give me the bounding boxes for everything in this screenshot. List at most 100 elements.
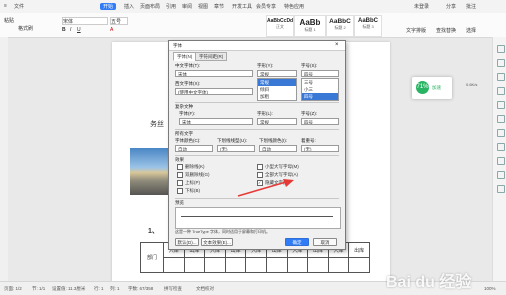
bold-button[interactable]: B <box>62 27 66 33</box>
checkbox-label: 双删除线(G) <box>185 172 210 178</box>
tab-member[interactable]: 会员专享 <box>256 3 276 10</box>
default-button[interactable]: 默认(D)... <box>175 238 199 246</box>
small-caps-checkbox[interactable]: 小型大写字母(M) <box>257 164 299 170</box>
tab-character-spacing[interactable]: 字符间距(R) <box>195 52 228 61</box>
spell-check-toggle[interactable]: 拼写检查 <box>164 286 182 292</box>
right-sidebar <box>492 37 506 281</box>
close-icon[interactable]: × <box>335 42 339 48</box>
left-ruler <box>0 37 8 281</box>
italic-button[interactable]: I <box>70 27 71 33</box>
emphasis-select[interactable]: (无) <box>301 145 339 152</box>
font-style-list[interactable]: 常规 倾斜 加粗 <box>257 78 297 101</box>
sidebar-icon-5[interactable] <box>497 101 505 109</box>
status-section: 节: 1/1 <box>32 286 46 291</box>
text-effects-button[interactable]: 文本效果(E)... <box>201 238 233 246</box>
tab-page-layout[interactable]: 页面布局 <box>140 3 160 10</box>
western-font-label: 西文字体(X): <box>175 81 201 86</box>
sidebar-icon-10[interactable] <box>497 171 505 179</box>
status-word-count[interactable]: 字数: 67/358 <box>128 286 153 292</box>
font-size-select[interactable]: 五号 <box>110 17 128 25</box>
status-setting: 设置值: 11.3厘米 <box>52 286 86 291</box>
style-heading-2[interactable]: AaBbC 标题 2 <box>326 15 354 37</box>
table-cell <box>286 257 309 273</box>
title-bar: ≡ 文件 开始 插入 页面布局 引用 审阅 视图 章节 开发工具 会员专享 特色… <box>0 0 506 14</box>
paste-button[interactable]: 粘贴 <box>4 17 14 24</box>
table-cell <box>204 257 226 273</box>
list-item[interactable]: 小三 <box>302 86 338 93</box>
list-item[interactable]: 加粗 <box>258 93 296 100</box>
preview-line <box>181 216 333 217</box>
checkbox-box <box>257 164 263 170</box>
style-normal[interactable]: AaBbCcDd 正文 <box>266 15 294 37</box>
chinese-font-select[interactable]: 宋体 <box>175 70 253 77</box>
superscript-checkbox[interactable]: 上标(P) <box>177 180 200 186</box>
underline-color-select[interactable]: 自动 <box>259 145 297 152</box>
complex-size-select[interactable]: 四号 <box>301 118 339 125</box>
complex-font-select[interactable]: 宋体 <box>179 118 253 125</box>
find-replace-button[interactable]: 查找替换 <box>436 27 456 34</box>
share-button[interactable]: 分享 <box>446 3 456 10</box>
complex-section-label: 复杂文种 <box>175 104 193 109</box>
underline-button[interactable]: U <box>77 27 81 33</box>
checkbox-label: 删除线(K) <box>185 164 205 170</box>
table-cell <box>183 257 206 273</box>
list-item[interactable]: 三号 <box>302 79 338 86</box>
sidebar-icon-4[interactable] <box>497 87 505 95</box>
font-color-button[interactable]: A <box>110 27 113 33</box>
size-input[interactable]: 四号 <box>301 70 339 77</box>
checkbox-box <box>177 180 183 186</box>
size-list[interactable]: 三号 小三 四号 <box>301 78 339 101</box>
style-heading-3[interactable]: AaBbC 标题 3 <box>354 15 382 37</box>
tab-developer[interactable]: 开发工具 <box>232 3 252 10</box>
status-page[interactable]: 页面: 1/2 <box>4 286 22 292</box>
sidebar-icon-2[interactable] <box>497 59 505 67</box>
subscript-checkbox[interactable]: 下标(B) <box>177 188 200 194</box>
tab-insert[interactable]: 插入 <box>124 3 134 10</box>
tab-references[interactable]: 引用 <box>166 3 176 10</box>
zoom-level[interactable]: 100% <box>484 286 496 291</box>
select-button[interactable]: 选择 <box>466 27 476 34</box>
font-name-select[interactable]: 宋体 <box>62 17 108 25</box>
list-item[interactable]: 四号 <box>302 93 338 100</box>
red-arrow-annotation <box>237 179 294 197</box>
font-color-label: 字体颜色(C): <box>175 138 201 143</box>
style-heading-2-sample: AaBbC <box>329 18 351 25</box>
comment-button[interactable]: 批注 <box>466 3 476 10</box>
login-status[interactable]: 未登录 <box>414 3 429 10</box>
ok-button[interactable]: 确定 <box>285 238 309 246</box>
sidebar-icon-3[interactable] <box>497 73 505 81</box>
cancel-button[interactable]: 取消 <box>313 238 337 246</box>
font-color-select[interactable]: 自动 <box>175 145 213 152</box>
table-cell <box>348 257 370 273</box>
document-side-text: 务丝 <box>150 121 164 128</box>
font-style-input[interactable]: 常规 <box>257 70 297 77</box>
style-normal-caption: 正文 <box>276 24 284 29</box>
complex-style-select[interactable]: 常规 <box>257 118 297 125</box>
text-layout-button[interactable]: 文字排版 <box>406 27 426 34</box>
tab-home[interactable]: 开始 <box>100 3 117 10</box>
style-heading-1[interactable]: AaBb 标题 1 <box>294 15 326 37</box>
tab-font[interactable]: 字体(N) <box>173 52 197 61</box>
sidebar-icon-1[interactable] <box>497 45 505 53</box>
tab-chapter[interactable]: 章节 <box>214 3 224 10</box>
doc-proofread-button[interactable]: 文档校对 <box>196 286 214 292</box>
sidebar-icon-7[interactable] <box>497 129 505 137</box>
sidebar-icon-9[interactable] <box>497 157 505 165</box>
strikethrough-checkbox[interactable]: 删除线(K) <box>177 164 205 170</box>
list-item[interactable]: 倾斜 <box>258 86 296 93</box>
double-strikethrough-checkbox[interactable]: 双删除线(G) <box>177 172 210 178</box>
sidebar-icon-6[interactable] <box>497 115 505 123</box>
sidebar-icon-11[interactable] <box>497 185 505 193</box>
tab-review[interactable]: 审阅 <box>182 3 192 10</box>
dialog-title-bar[interactable]: 字体 × <box>169 41 345 51</box>
sidebar-icon-8[interactable] <box>497 143 505 151</box>
underline-select[interactable]: (无) <box>217 145 255 152</box>
network-percent-circle: 71% <box>416 81 429 94</box>
tab-features[interactable]: 特色应用 <box>284 3 304 10</box>
tab-file[interactable]: 文件 <box>14 3 24 10</box>
list-item[interactable]: 常规 <box>258 79 296 86</box>
western-font-select[interactable]: (使用中文字体) <box>175 88 253 95</box>
tab-view[interactable]: 视图 <box>198 3 208 10</box>
format-painter-button[interactable]: 格式刷 <box>18 25 33 32</box>
menu-icon[interactable]: ≡ <box>4 3 7 9</box>
